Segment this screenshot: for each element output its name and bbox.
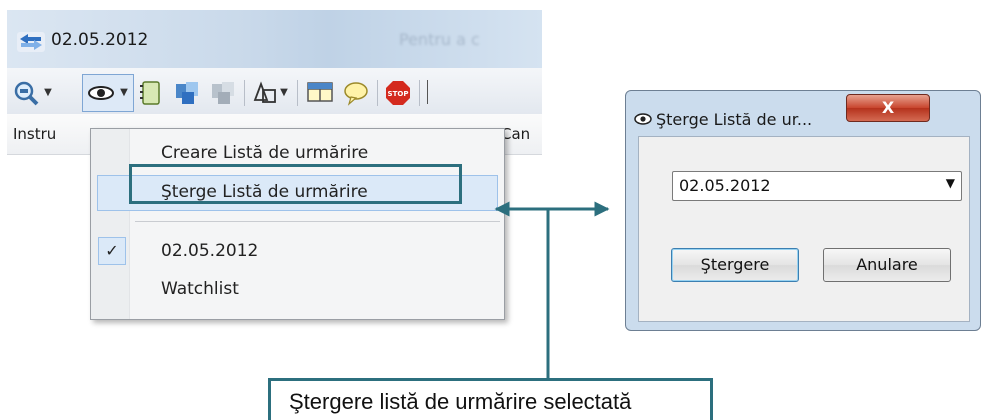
watchlist-select[interactable]: 02.05.2012 ▼ (672, 171, 962, 201)
eye-icon (634, 113, 652, 125)
delete-watchlist-dialog: Şterge Listă de ur... X 02.05.2012 ▼ Şte… (625, 90, 981, 331)
watchlist-select-value: 02.05.2012 (679, 176, 771, 195)
chevron-down-icon[interactable]: ▼ (946, 176, 955, 190)
dialog-title: Şterge Listă de ur... (656, 110, 813, 129)
delete-button[interactable]: Ştergere (671, 248, 799, 282)
dialog-body (638, 136, 970, 322)
callout-caption-text: Ştergere listă de urmărire selectată (289, 389, 632, 414)
callout-caption-box: Ştergere listă de urmărire selectată (268, 378, 713, 420)
close-button[interactable]: X (846, 94, 930, 122)
cancel-button[interactable]: Anulare (823, 248, 951, 282)
